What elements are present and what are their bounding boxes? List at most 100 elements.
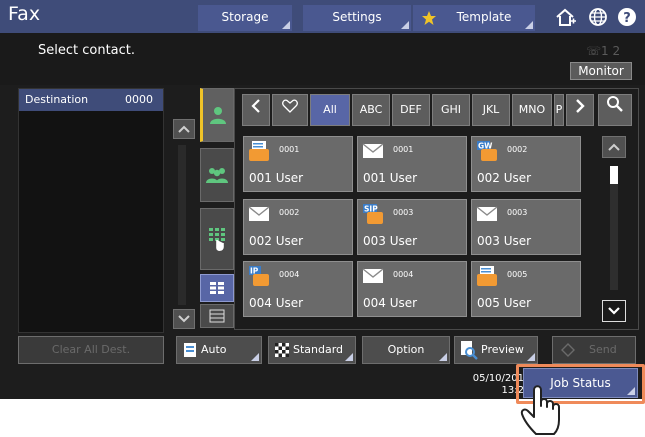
contact-number: 0002 [507, 145, 528, 154]
help-button[interactable]: ? [612, 4, 642, 30]
list-view-icon [209, 309, 225, 323]
tile-view-icon [210, 282, 224, 294]
submenu-indicator-icon [282, 21, 290, 29]
send-button[interactable]: Send [552, 336, 636, 364]
submenu-indicator-icon [627, 387, 635, 395]
index-tab-ghi[interactable]: GHI [432, 94, 470, 126]
contact-card[interactable]: GW 0002 002 User [471, 136, 581, 192]
contact-number: 0001 [279, 145, 300, 154]
submenu-indicator-icon [525, 21, 533, 29]
message-area: Select contact. ☏1 2 [0, 33, 645, 85]
document-icon [184, 343, 196, 357]
index-tab-jkl[interactable]: JKL [472, 94, 510, 126]
clear-all-destinations-button[interactable]: Clear All Dest. [18, 336, 164, 364]
preview-icon [461, 341, 478, 360]
globe-icon [589, 8, 607, 26]
contact-name: 005 User [477, 296, 532, 310]
contact-card[interactable]: IP 0004 004 User [243, 261, 353, 317]
contact-card[interactable]: 0001 001 User [357, 136, 467, 192]
settings-button[interactable]: Settings [303, 5, 411, 31]
tab-group-contacts[interactable] [200, 148, 234, 202]
destination-header: Destination 0000 [19, 89, 163, 111]
search-button[interactable] [598, 94, 632, 126]
index-tab-partial[interactable]: P [554, 94, 564, 126]
index-bar: All ABC DEF GHI JKL MNO P [242, 94, 635, 128]
submenu-indicator-icon [401, 21, 409, 29]
svg-text:?: ? [623, 11, 631, 26]
quality-standard-button[interactable]: Standard [268, 336, 356, 364]
email-icon [248, 206, 270, 221]
contact-card[interactable]: 0002 002 User [243, 199, 353, 255]
preview-button[interactable]: Preview [454, 336, 538, 364]
storage-button[interactable]: Storage [198, 5, 292, 31]
home-button[interactable] [551, 4, 581, 30]
contact-number: 0003 [507, 208, 528, 217]
preview-label: Preview [481, 343, 524, 356]
destination-count: 0000 [125, 93, 153, 106]
contact-card[interactable]: SIP 0003 003 User [357, 199, 467, 255]
dest-scroll-down-button[interactable] [173, 309, 195, 329]
contact-number: 0001 [393, 145, 414, 154]
group-icon [206, 168, 228, 183]
contact-number: 0002 [279, 208, 300, 217]
prompt-message: Select contact. [38, 43, 136, 58]
storage-label: Storage [221, 10, 269, 24]
index-prev-button[interactable] [242, 94, 270, 126]
contact-scroll-up-button[interactable] [602, 136, 626, 158]
submenu-indicator-icon [345, 353, 353, 361]
template-button[interactable]: Template [413, 5, 535, 31]
dest-scrollbar-track[interactable] [178, 145, 186, 305]
contact-card[interactable]: 0003 003 User [471, 199, 581, 255]
tab-single-contacts[interactable] [200, 88, 234, 142]
line-indicators: ☏1 2 [586, 44, 620, 58]
contact-scrollbar [601, 136, 627, 326]
send-label: Send [589, 343, 617, 356]
hand-pointer-icon [520, 385, 560, 435]
contact-card[interactable]: 0005 005 User [471, 261, 581, 317]
destination-panel: Destination 0000 [18, 88, 164, 333]
send-diamond-icon [561, 343, 575, 357]
view-list-button[interactable] [200, 304, 234, 328]
email-icon [476, 206, 498, 221]
app-title: Fax [8, 3, 41, 25]
contact-scroll-down-button[interactable] [602, 300, 626, 322]
contact-name: 002 User [477, 171, 532, 185]
contact-scroll-thumb[interactable] [610, 166, 618, 184]
tab-keypad-entry[interactable] [200, 208, 234, 270]
index-tab-mno[interactable]: MNO [512, 94, 552, 126]
monitor-button[interactable]: Monitor [570, 62, 632, 80]
option-button[interactable]: Option [362, 336, 450, 364]
email-icon [362, 268, 384, 283]
chevron-left-icon [251, 99, 260, 113]
contact-number: 0004 [279, 270, 300, 279]
dest-scroll-up-button[interactable] [173, 119, 195, 139]
checker-icon [275, 343, 289, 357]
contact-name: 003 User [363, 234, 418, 248]
contact-card[interactable]: 0001 001 User [243, 136, 353, 192]
help-icon: ? [618, 8, 636, 26]
contact-name: 004 User [249, 296, 304, 310]
option-label: Option [387, 343, 425, 356]
keypad-icon [209, 228, 225, 251]
submenu-indicator-icon [527, 353, 535, 361]
auto-label: Auto [201, 343, 227, 356]
favorites-button[interactable] [272, 94, 308, 126]
index-tab-abc[interactable]: ABC [352, 94, 390, 126]
contact-card[interactable]: 0004 004 User [357, 261, 467, 317]
resolution-auto-button[interactable]: Auto [176, 336, 262, 364]
index-tab-all[interactable]: All [310, 94, 350, 126]
contact-number: 0003 [393, 208, 414, 217]
index-tab-def[interactable]: DEF [392, 94, 430, 126]
mode-tabs [200, 88, 234, 328]
chevron-down-icon [178, 315, 190, 323]
contact-scroll-track[interactable] [610, 166, 618, 290]
view-tile-button[interactable] [200, 274, 234, 302]
settings-label: Settings [332, 10, 382, 24]
sip-fax-icon: SIP [363, 204, 383, 224]
top-bar: Fax Storage Settings Template ? [0, 0, 645, 33]
fax-icon [249, 141, 269, 161]
language-button[interactable] [583, 4, 613, 30]
contact-name: 003 User [477, 234, 532, 248]
index-next-button[interactable] [566, 94, 594, 126]
contact-name: 002 User [249, 234, 304, 248]
